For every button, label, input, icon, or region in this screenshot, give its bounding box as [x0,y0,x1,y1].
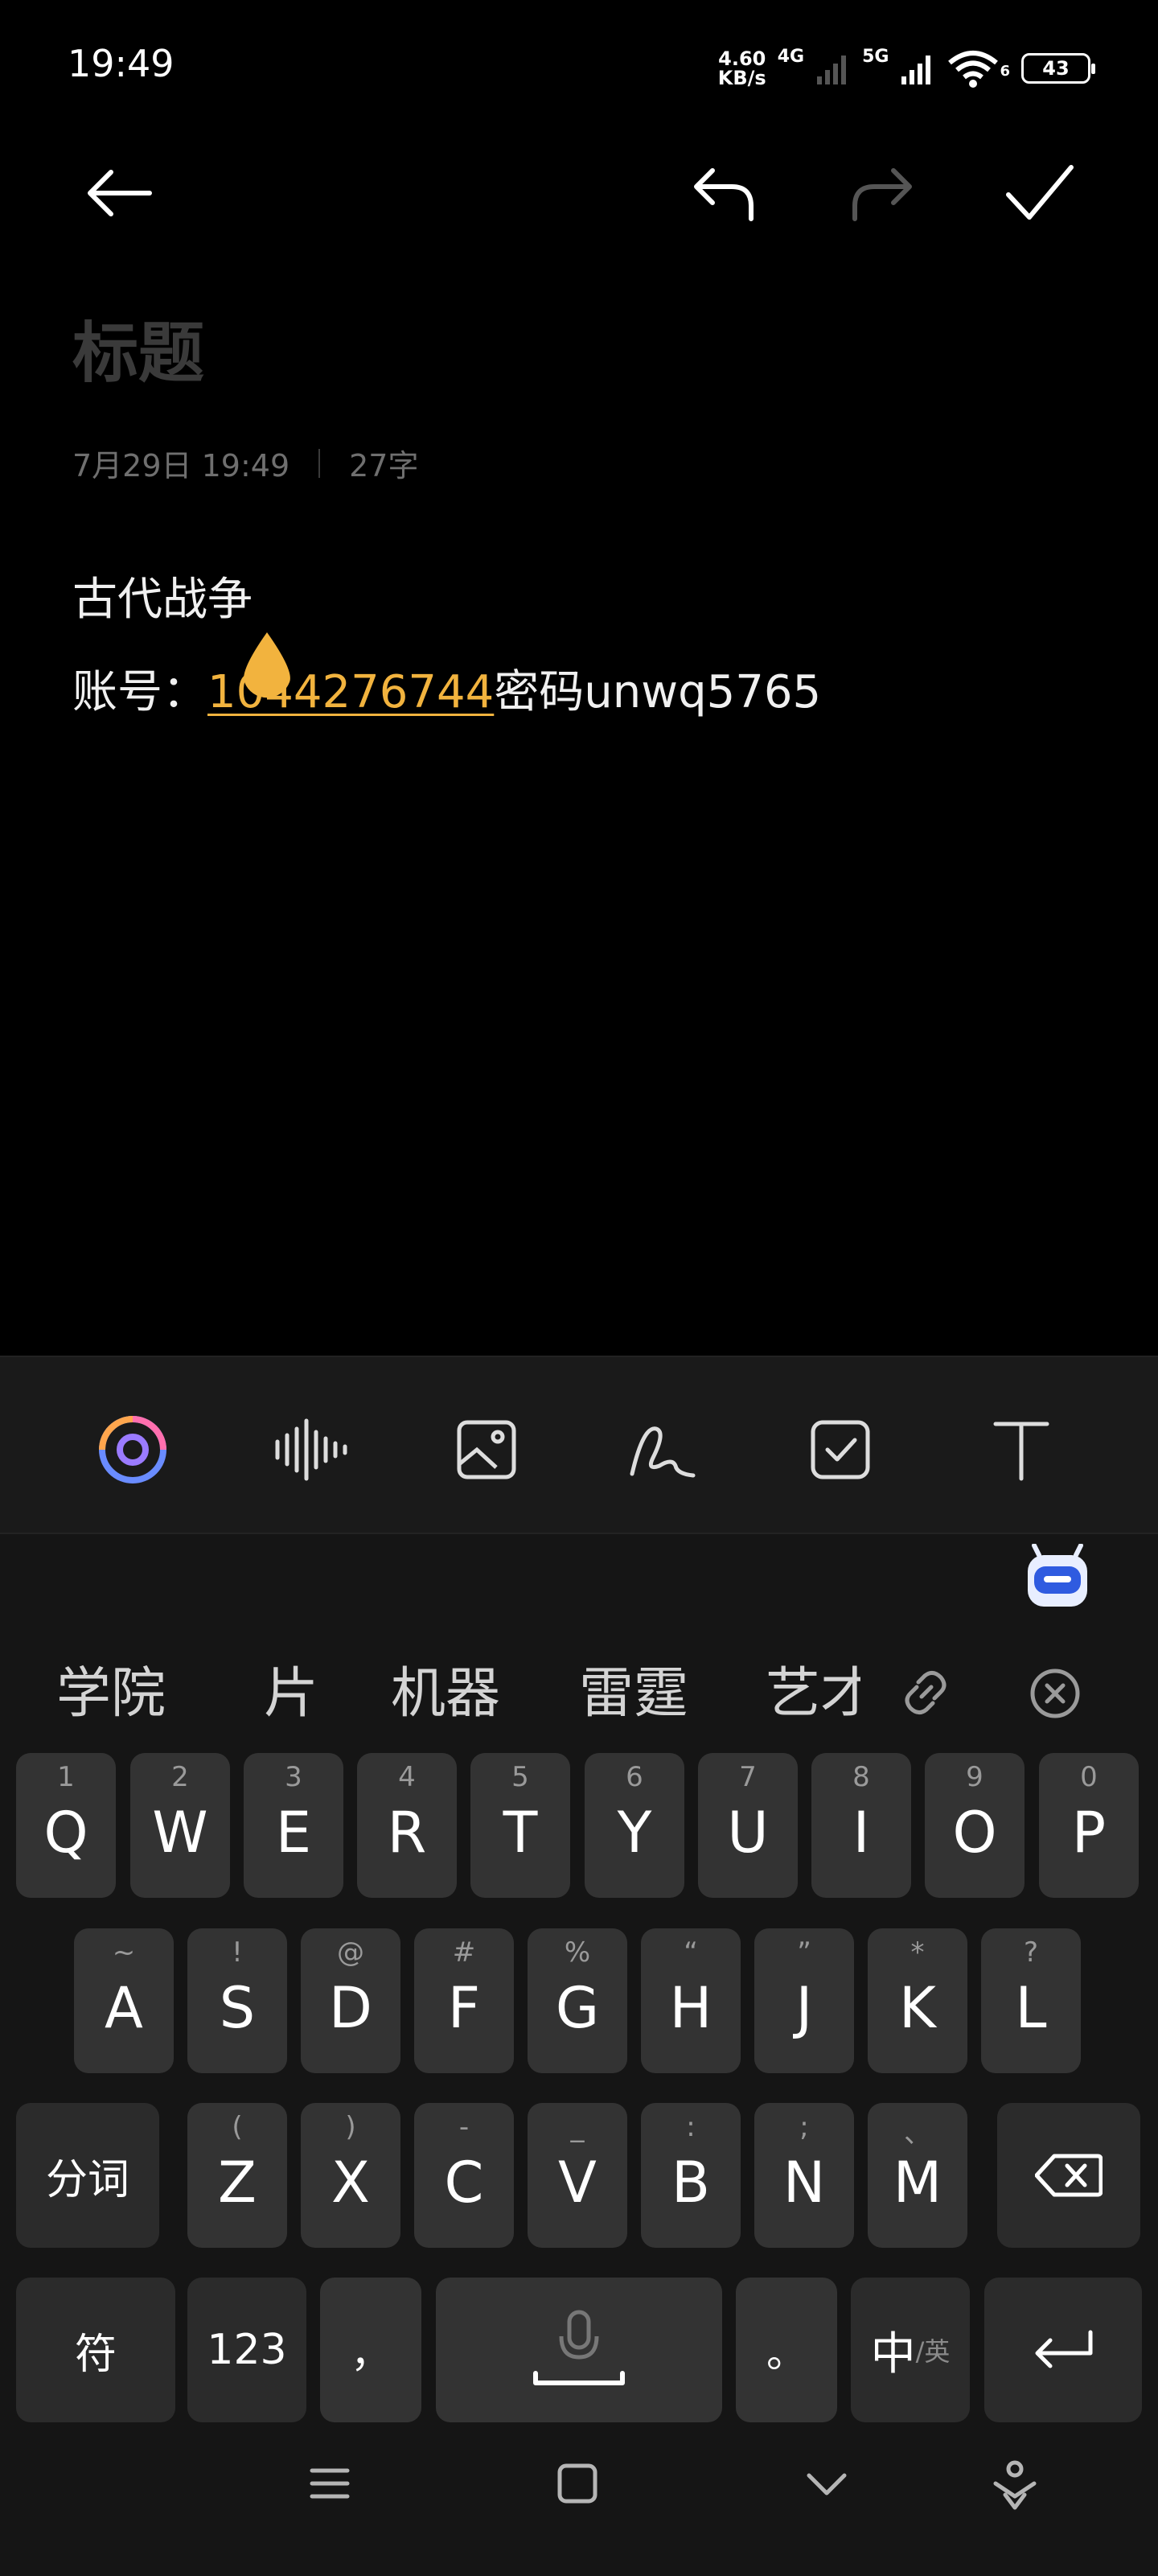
ai-assistant-icon [99,1416,166,1483]
network-type-1: 4G [777,47,805,67]
save-button[interactable] [996,149,1084,237]
note-title-field[interactable]: 标题 [72,299,204,395]
redo-button[interactable] [838,149,926,237]
key-l[interactable]: ? L [981,1928,1081,2073]
checklist-icon [811,1420,870,1479]
candidate-item[interactable]: 片 [264,1648,318,1728]
enter-icon [1035,2330,1093,2368]
undo-button[interactable] [680,149,768,237]
candidate-item[interactable]: 艺才 [766,1648,860,1728]
backspace-icon [1035,2154,1103,2197]
key-u[interactable]: 7U [698,1753,798,1898]
text-cursor-handle[interactable] [238,631,296,705]
candidate-bar: 学院 片 机器 雷霆 艺才 [0,1623,1158,1751]
key-m[interactable]: 、 M [868,2103,967,2248]
segment-key[interactable]: 分词 [16,2103,159,2248]
meta-divider [318,448,321,478]
battery-icon: 43 [1021,53,1095,84]
checklist-button[interactable] [796,1405,885,1494]
key-p[interactable]: 0P [1039,1753,1139,1898]
keyboard: 学院 片 机器 雷霆 艺才 1Q 2W 3E 4R 5T 6Y 7U 8I 9O… [0,1533,1158,2576]
key-z[interactable]: (Z [187,2103,287,2248]
voice-input-icon [275,1418,347,1481]
key-q[interactable]: 1Q [16,1753,116,1898]
undo-icon [694,168,754,221]
wifi-icon [948,51,999,88]
candidate-item[interactable]: 雷霆 [579,1648,688,1728]
arrow-left-icon [88,170,152,216]
key-v[interactable]: _ V [528,2103,627,2248]
accessibility-icon[interactable] [989,2459,1041,2511]
enter-key[interactable] [984,2278,1142,2422]
key-t[interactable]: 5T [470,1753,570,1898]
microphone-icon [533,2310,625,2385]
note-body-line-2[interactable]: 账号：1044276744密码unwq5765 [72,656,821,721]
key-h[interactable]: “H [641,1928,741,2073]
close-candidates-icon[interactable] [1029,1668,1081,1719]
handwriting-button[interactable] [619,1405,708,1494]
backspace-key[interactable] [997,2103,1140,2248]
key-b[interactable]: :B [641,2103,741,2248]
account-label: 账号： [72,666,207,718]
wifi-badge: 6 [1000,63,1010,80]
comma-key[interactable]: ， [320,2278,421,2422]
key-f[interactable]: # F [414,1928,514,2073]
text-format-button[interactable] [977,1405,1066,1494]
note-char-count: 27字 [349,448,419,484]
note-date: 7月29日 19:49 [72,448,290,484]
space-key[interactable] [436,2278,722,2422]
key-c[interactable]: -C [414,2103,514,2248]
key-n[interactable]: ; N [754,2103,854,2248]
key-a[interactable]: ~ A [74,1928,174,2073]
symbol-key[interactable]: 符 [16,2278,175,2422]
key-o[interactable]: 9O [925,1753,1025,1898]
candidate-item[interactable]: 机器 [391,1648,500,1728]
key-w[interactable]: 2W [130,1753,230,1898]
status-icons: 4.60 KB/s 4G 5G 6 43 [717,42,1095,95]
keyboard-nav-bar [0,2411,1158,2576]
checkmark-icon [1006,165,1074,220]
back-button[interactable] [74,149,162,237]
insert-image-button[interactable] [442,1405,531,1494]
signal-icon [901,56,931,84]
text-format-icon [993,1422,1049,1481]
hide-keyboard-icon[interactable] [803,2459,851,2508]
key-d[interactable]: @ D [301,1928,400,2073]
redo-icon [852,168,912,221]
note-meta: 7月29日 19:49 27字 [72,441,418,485]
note-body-line-1[interactable]: 古代战争 [72,563,253,628]
key-k[interactable]: * K [868,1928,967,2073]
key-x[interactable]: ) X [301,2103,400,2248]
key-y[interactable]: 6Y [585,1753,684,1898]
keyboard-assistant-icon[interactable] [1023,1544,1092,1613]
key-g[interactable]: % G [528,1928,627,2073]
editor-toolbar [0,1356,1158,1534]
home-icon[interactable] [553,2459,602,2508]
key-i[interactable]: 8I [811,1753,911,1898]
candidate-item[interactable]: 学院 [56,1648,166,1728]
ai-assistant-button[interactable] [88,1405,177,1494]
language-switch-key[interactable]: 中/英 [851,2278,970,2422]
menu-icon[interactable] [306,2459,354,2508]
network-type-2: 5G [862,47,889,67]
key-e[interactable]: 3E [244,1753,343,1898]
link-icon[interactable] [899,1666,952,1719]
voice-input-button[interactable] [265,1405,354,1494]
password-text: 密码unwq5765 [494,666,822,718]
handwriting-icon [630,1426,696,1478]
key-s[interactable]: ! S [187,1928,287,2073]
network-speed: 4.60 KB/s [717,47,766,89]
key-j[interactable]: ” J [754,1928,854,2073]
numbers-key[interactable]: 123 [187,2278,306,2422]
signal-icon [817,56,847,84]
image-icon [457,1420,516,1479]
status-time: 19:49 [68,42,175,85]
key-r[interactable]: 4R [357,1753,457,1898]
period-key[interactable]: 。 [736,2278,837,2422]
